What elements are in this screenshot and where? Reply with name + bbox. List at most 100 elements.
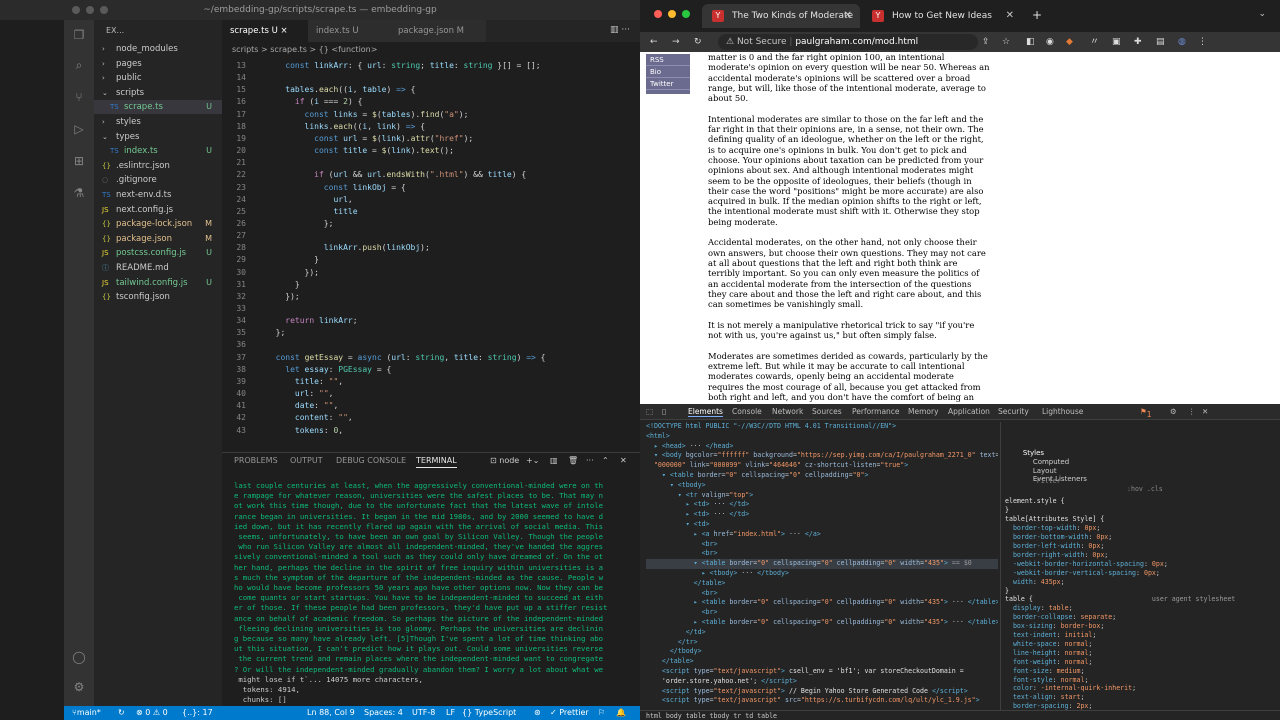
dom-breadcrumb[interactable]: html body table tbody tr td table — [640, 710, 1280, 720]
style-declaration[interactable]: table[Attributes Style] { — [1005, 515, 1280, 524]
dom-node[interactable]: <br> — [646, 540, 998, 550]
tab-computed[interactable]: Computed — [1033, 458, 1069, 466]
tree-item[interactable]: JS tailwind.config.js U — [94, 276, 222, 290]
tree-item[interactable]: › public — [94, 71, 222, 85]
hov-cls-toggle[interactable]: :hov .cls — [1127, 485, 1163, 494]
source-control-icon[interactable]: ⑂ — [72, 90, 86, 104]
tab-search-icon[interactable]: ⌄ — [1258, 9, 1266, 19]
ts-version[interactable]: {..}: 17 — [182, 706, 213, 720]
dom-tree[interactable]: <!DOCTYPE html PUBLIC "-//W3C//DTD HTML … — [646, 422, 998, 708]
extension-icon[interactable]: ◧ — [1026, 32, 1035, 52]
close-tab-icon[interactable]: ✕ — [844, 4, 852, 28]
extension-icon[interactable]: 〃 — [1090, 32, 1099, 52]
style-declaration[interactable]: border-right-width: 0px; — [1005, 551, 1280, 560]
dom-node[interactable]: ▾ <tr valign="top"> — [646, 491, 998, 501]
files-icon[interactable]: ❐ — [72, 28, 86, 42]
tab-index-ts[interactable]: index.ts U — [308, 20, 390, 42]
style-declaration[interactable]: font-weight: normal; — [1005, 658, 1280, 667]
tab-application[interactable]: Application — [948, 407, 990, 416]
dom-node[interactable]: ▸ <table border="0" cellspacing="0" cell… — [646, 598, 998, 608]
branch-indicator[interactable]: ⑂ main* — [72, 706, 101, 720]
dom-node[interactable]: <script type="text/javascript"> // Begin… — [646, 687, 998, 697]
dom-node[interactable]: <br> — [646, 549, 998, 559]
device-toggle-icon[interactable]: ▯ — [662, 407, 666, 416]
dom-node[interactable]: ▸ <td> ··· </td> — [646, 500, 998, 510]
tab-performance[interactable]: Performance — [852, 407, 900, 416]
bookmark-star-icon[interactable]: ☆ — [1002, 32, 1010, 52]
dom-node[interactable]: <html> — [646, 432, 998, 442]
split-editor-icon[interactable]: ▥ ··· — [610, 25, 630, 35]
testing-icon[interactable]: ⚗ — [72, 186, 86, 200]
dom-node[interactable]: <!DOCTYPE html PUBLIC "-//W3C//DTD HTML … — [646, 422, 998, 432]
inspect-icon[interactable]: ⬚ — [646, 407, 653, 416]
tree-item[interactable]: {} package-lock.json M — [94, 217, 222, 231]
forward-button[interactable]: → — [672, 32, 680, 52]
warning-icon[interactable]: ⚠ — [726, 37, 734, 47]
zoom-window-button[interactable] — [682, 10, 690, 18]
extension-icon[interactable]: ◆ — [1066, 32, 1073, 52]
gear-icon[interactable]: ⚙ — [1170, 407, 1177, 416]
run-debug-icon[interactable]: ▷ — [72, 122, 86, 136]
style-declaration[interactable]: width: 435px; — [1005, 578, 1280, 587]
dom-node[interactable]: ▾ <table border="0" cellspacing="0" cell… — [646, 471, 998, 481]
tree-item[interactable]: ◌ .gitignore — [94, 173, 222, 187]
style-declaration[interactable]: border-collapse: separate; — [1005, 613, 1280, 622]
tree-item[interactable]: {} tsconfig.json — [94, 290, 222, 304]
extensions-puzzle-icon[interactable]: ✚ — [1134, 32, 1142, 52]
gear-icon[interactable]: ⚙ — [72, 680, 86, 694]
tree-item[interactable]: › pages — [94, 57, 222, 71]
tree-item[interactable]: TS next-env.d.ts — [94, 188, 222, 202]
style-declaration[interactable]: text-indent: initial; — [1005, 631, 1280, 640]
tab-package-json[interactable]: package.json M — [390, 20, 486, 42]
more-icon[interactable]: ··· — [586, 456, 594, 465]
bell-icon[interactable]: 🔔 — [616, 706, 626, 720]
browser-tab[interactable]: Y How to Get New Ideas ✕ — [862, 4, 1022, 28]
dom-node[interactable]: </table> — [646, 579, 998, 589]
dom-node[interactable]: <br> — [646, 608, 998, 618]
tab-security[interactable]: Security — [998, 407, 1029, 416]
extension-icon[interactable]: ◉ — [1046, 32, 1054, 52]
new-terminal-icon[interactable]: +⌄ — [526, 456, 539, 465]
style-declaration[interactable]: -webkit-border-vertical-spacing: 0px; — [1005, 569, 1280, 578]
styles-pane[interactable]: Styles Computed Layout Event Listeners F… — [1000, 422, 1280, 712]
tree-item[interactable]: JS next.config.js — [94, 203, 222, 217]
dom-node[interactable]: </td> — [646, 628, 998, 638]
feedback-icon[interactable]: ⚐ — [598, 706, 605, 720]
tab-problems[interactable]: PROBLEMS — [234, 456, 278, 465]
tab-styles[interactable]: Styles — [1023, 449, 1044, 457]
styles-filter-input[interactable]: Filter — [1037, 477, 1061, 485]
tree-item[interactable]: {} package.json M — [94, 232, 222, 246]
language-mode[interactable]: {} TypeScript — [462, 706, 516, 720]
style-declaration[interactable]: color: -internal-quirk-inherit; — [1005, 684, 1280, 693]
tree-item[interactable]: JS postcss.config.js U — [94, 246, 222, 260]
dom-node[interactable]: ▸ <head> ··· </head> — [646, 442, 998, 452]
dom-node[interactable]: ▾ <td> — [646, 520, 998, 530]
trash-icon[interactable]: 🗑 — [568, 456, 578, 465]
dom-node[interactable]: "000000" link="000099" vlink="464646" cz… — [646, 461, 998, 471]
account-icon[interactable]: ◯ — [72, 650, 86, 664]
eol[interactable]: LF — [446, 706, 455, 720]
close-panel-icon[interactable]: ✕ — [620, 456, 627, 465]
tree-item[interactable]: TS index.ts U — [94, 144, 222, 158]
dom-node[interactable]: ▸ <table border="0" cellspacing="0" cell… — [646, 618, 998, 628]
style-declaration[interactable]: white-space: normal; — [1005, 640, 1280, 649]
issues-badge[interactable]: ⚑ 1 — [1140, 407, 1152, 419]
avatar[interactable]: ◍ — [1178, 32, 1186, 52]
tab-terminal[interactable]: TERMINAL — [416, 456, 457, 468]
close-window-button[interactable] — [654, 10, 662, 18]
dom-node[interactable]: ▸ <tbody> ··· </tbody> — [646, 569, 998, 579]
tab-sources[interactable]: Sources — [812, 407, 842, 416]
style-declaration[interactable]: text-align: start; — [1005, 693, 1280, 702]
style-declaration[interactable]: table { user agent stylesheet — [1005, 595, 1280, 604]
tree-item[interactable]: ⌄ types — [94, 130, 222, 144]
maximize-panel-icon[interactable]: ⌃ — [602, 456, 609, 465]
search-icon[interactable]: ⌕ — [72, 58, 86, 72]
dom-node[interactable]: <script type="text/javascript" src="http… — [646, 696, 998, 706]
nav-link-rss[interactable]: RSS — [646, 54, 690, 66]
problems-indicator[interactable]: ⊗ 0 ⚠ 0 — [136, 706, 168, 720]
zoom-window-button[interactable] — [100, 6, 108, 14]
browser-tab-active[interactable]: Y The Two Kinds of Moderate ✕ — [702, 4, 860, 28]
breadcrumb[interactable]: scripts > scrape.ts > {} <function> — [222, 42, 640, 58]
style-declaration[interactable]: } — [1005, 587, 1280, 596]
extension-icon[interactable]: ▣ — [1112, 32, 1121, 52]
